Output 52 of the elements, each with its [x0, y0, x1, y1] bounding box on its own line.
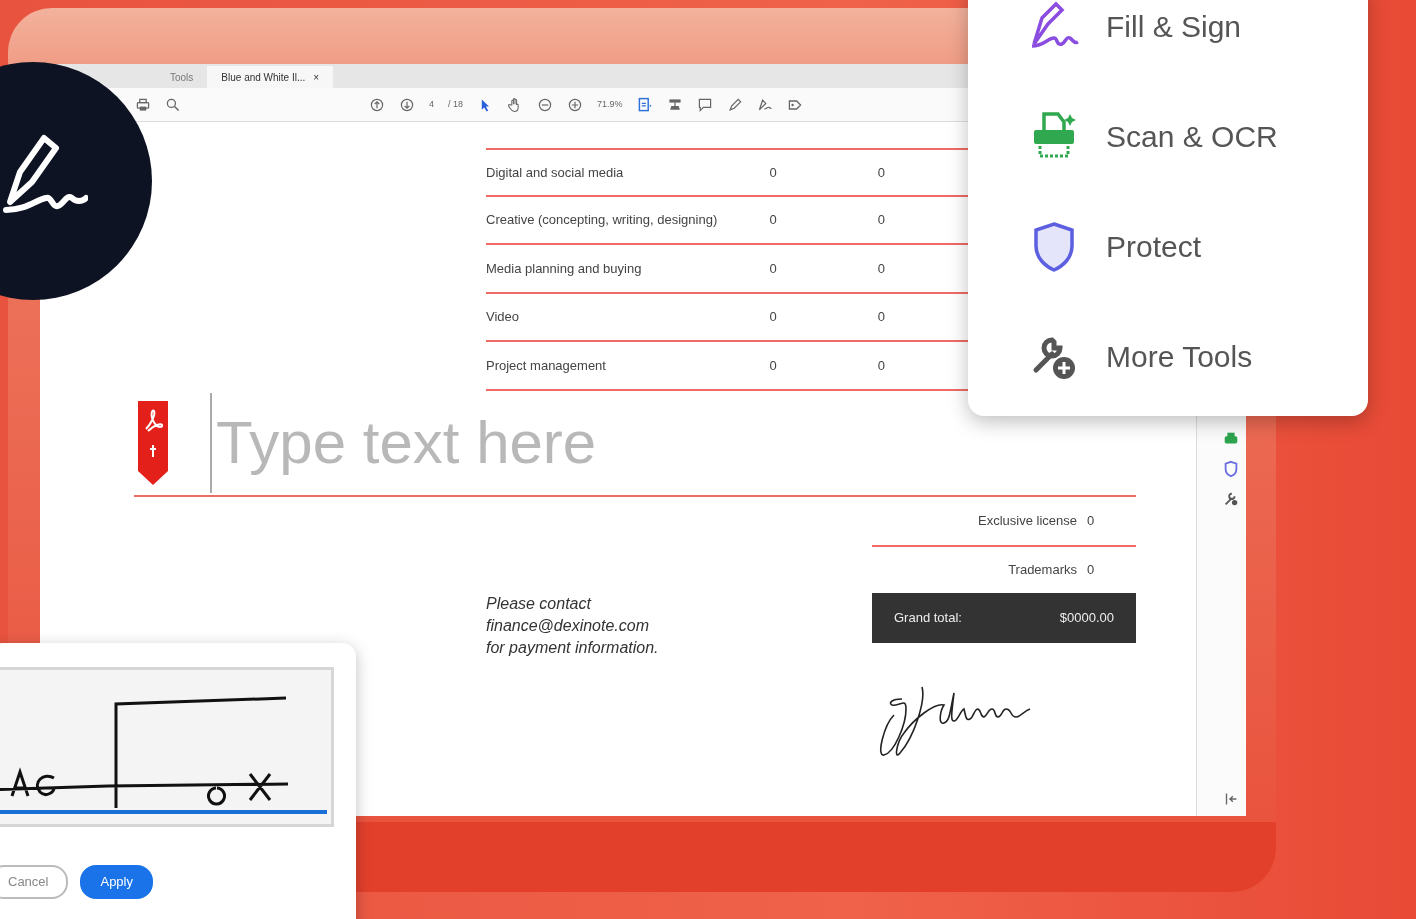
table-cell-text: 0 [877, 211, 886, 229]
sign-icon[interactable] [756, 96, 773, 113]
search-icon[interactable] [165, 96, 181, 113]
close-icon[interactable]: × [313, 72, 320, 83]
page-total: / 18 [448, 97, 464, 111]
table-cell-text: 0 [877, 356, 886, 375]
table-cell-text: 0 [877, 308, 886, 326]
row-label: Project management [486, 356, 607, 375]
table-cell-text: 0 [877, 259, 886, 278]
wrench-icon[interactable] [1222, 490, 1240, 508]
row-label: Video [486, 308, 520, 326]
table-cell-text: 0 [769, 259, 778, 278]
apply-button[interactable]: Apply [80, 865, 153, 899]
table-cell-text: 0 [877, 163, 886, 182]
row-label: Creative (concepting, writing, designing) [486, 211, 719, 229]
contact-note: Please contact finance@dexinote.com for payment information. [486, 593, 660, 658]
grand-total-value: $0000.00 [1059, 608, 1114, 627]
menu-item[interactable]: Protect [1028, 218, 1368, 274]
menu-item[interactable]: Scan & OCR [1028, 108, 1368, 164]
total-value: 0 [1087, 560, 1095, 579]
pdf-bookmark-icon [136, 398, 170, 487]
tab[interactable]: Tools [156, 66, 208, 88]
print-icon[interactable] [135, 96, 151, 113]
table-cell-text: 0 [769, 308, 778, 326]
row-label: Media planning and buying [486, 259, 643, 278]
menu-item-label: Fill & Sign [1106, 8, 1242, 45]
table-cell-text: 0 [769, 211, 778, 229]
total-label: Trademarks [1007, 560, 1078, 579]
comment-icon[interactable] [696, 96, 713, 113]
zoom-in-icon[interactable] [567, 96, 584, 113]
page-icon[interactable] [636, 96, 653, 113]
cancel-button[interactable]: Cancel [0, 865, 69, 899]
row-label: Digital and social media [486, 163, 625, 182]
total-label: Exclusive license [977, 511, 1078, 530]
menu-item-label: More Tools [1106, 338, 1253, 375]
page-number-field[interactable]: 4 [429, 97, 434, 112]
stamp-icon[interactable] [666, 96, 683, 113]
total-value: 0 [1087, 511, 1095, 530]
text-input-field[interactable]: Type text here [210, 392, 910, 493]
shield-icon[interactable] [1222, 460, 1240, 478]
grand-total-label: Grand total: [894, 608, 962, 627]
signature-pad[interactable] [0, 667, 334, 827]
menu-item[interactable]: More Tools [1028, 328, 1368, 384]
zoom-level-field[interactable]: 71.9% [597, 97, 623, 112]
pen-icon[interactable] [726, 96, 743, 113]
table-cell-text: 0 [769, 356, 778, 375]
menu-item-label: Scan & OCR [1106, 118, 1278, 155]
menu-item[interactable]: Fill & Sign [1028, 0, 1368, 54]
table-cell-text: 0 [769, 163, 778, 182]
zoom-out-icon[interactable] [537, 96, 554, 113]
menu-item-label: Protect [1106, 228, 1202, 265]
tab[interactable]: Blue and White Il... × [207, 66, 334, 88]
